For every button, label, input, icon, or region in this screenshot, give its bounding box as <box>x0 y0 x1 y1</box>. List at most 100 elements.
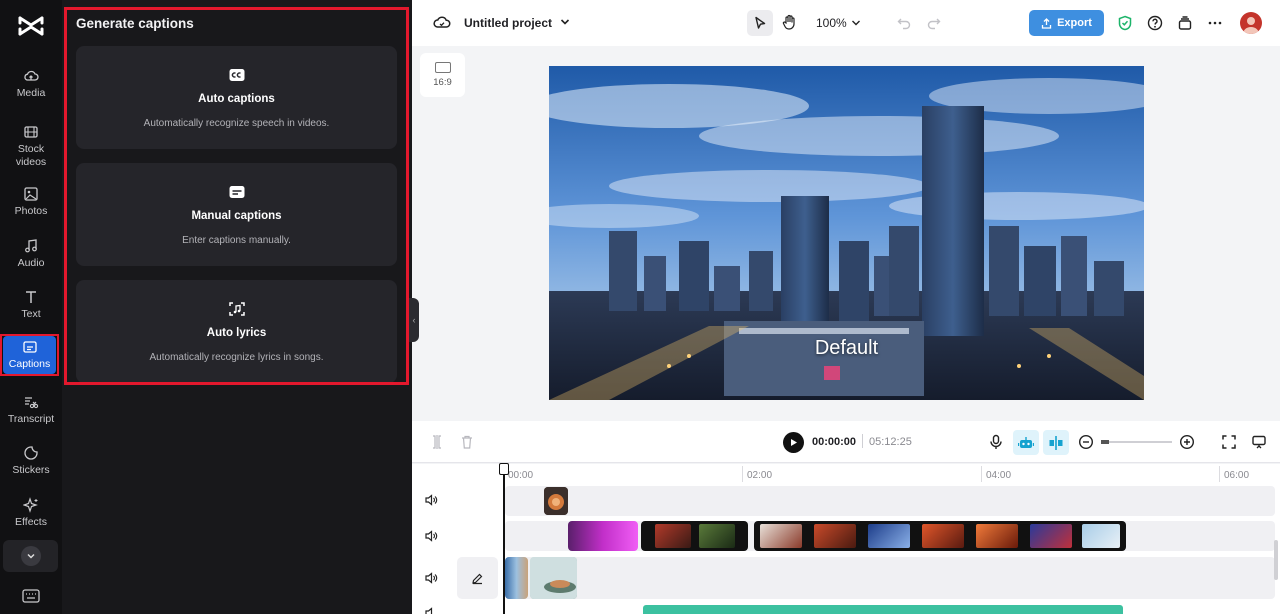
clip-thumbnail <box>530 557 577 599</box>
sidebar-item-label: Stickers <box>12 464 50 476</box>
sticker-clip[interactable] <box>544 487 568 515</box>
ruler-label: 02:00 <box>747 470 773 481</box>
pencil-icon <box>472 573 483 584</box>
music-note-icon <box>25 239 37 253</box>
timeline-zoom-slider[interactable] <box>1101 441 1172 443</box>
sidebar-item-label: Stock videos <box>15 142 47 168</box>
sidebar-item-label: Audio <box>17 257 45 269</box>
auto-lyrics-card[interactable]: Auto lyrics Automatically recognize lyri… <box>76 280 397 383</box>
sidebar-item-audio[interactable]: Audio <box>0 230 62 278</box>
snap-button[interactable] <box>1043 430 1069 455</box>
zoom-out-icon[interactable] <box>1078 434 1094 450</box>
video-preview[interactable]: Default <box>549 66 1144 400</box>
sidebar-item-effects[interactable]: Effects <box>0 489 62 537</box>
timeline-scrollbar[interactable] <box>1274 540 1278 580</box>
transcript-icon <box>25 397 39 409</box>
keyboard-icon[interactable] <box>21 588 41 604</box>
card-title: Auto captions <box>198 93 275 105</box>
current-time: 00:00:00 <box>812 436 857 448</box>
aspect-ratio-button[interactable]: 16:9 <box>420 53 465 97</box>
ruler-label: 04:00 <box>986 470 1012 481</box>
sidebar-item-transcript[interactable]: Transcript <box>0 386 62 434</box>
zoom-level[interactable]: 100% <box>816 16 847 30</box>
play-icon <box>791 439 797 446</box>
speaker-icon[interactable] <box>424 606 438 614</box>
sidebar-item-stock-videos[interactable]: Stock videos <box>0 120 62 172</box>
delete-icon[interactable] <box>459 434 475 450</box>
manual-captions-card[interactable]: Manual captions Enter captions manually. <box>76 163 397 266</box>
video-clip[interactable] <box>530 557 577 599</box>
more-tools-button[interactable] <box>3 540 58 572</box>
undo-icon[interactable] <box>897 16 911 30</box>
sticker-icon <box>24 446 38 460</box>
video-clip[interactable] <box>641 521 748 551</box>
time-divider <box>862 434 863 448</box>
speaker-icon[interactable] <box>424 529 438 543</box>
robot-icon <box>1018 436 1034 448</box>
image-icon <box>24 187 38 201</box>
video-clip[interactable] <box>568 521 638 551</box>
ruler-label: 06:00 <box>1224 470 1250 481</box>
clip-thumbnail <box>868 524 910 548</box>
film-icon <box>24 125 38 138</box>
layers-icon[interactable] <box>1177 15 1193 31</box>
timeline-track-1[interactable] <box>505 486 1275 516</box>
caption-text-overlay[interactable]: Default <box>549 337 1144 360</box>
fit-screen-icon[interactable] <box>1221 434 1237 450</box>
card-title: Manual captions <box>191 210 282 222</box>
clip-thumbnail <box>814 524 856 548</box>
ai-track-button[interactable] <box>1013 430 1039 455</box>
project-title[interactable]: Untitled project <box>464 16 552 30</box>
cloud-upload-icon <box>24 70 39 81</box>
left-rail: Media Stock videos Photos Audio Text Cap… <box>0 0 62 614</box>
playhead[interactable] <box>503 470 505 614</box>
hand-tool-icon[interactable] <box>781 13 799 31</box>
split-icon[interactable] <box>429 434 445 450</box>
subtitle-box-icon <box>229 186 244 198</box>
timeline-track-3[interactable] <box>505 557 1275 599</box>
edit-track-button[interactable] <box>457 557 498 599</box>
card-title: Auto lyrics <box>206 327 267 339</box>
preview-window-icon[interactable] <box>1251 434 1267 450</box>
export-button[interactable]: Export <box>1029 10 1104 36</box>
playhead-handle[interactable] <box>499 463 509 475</box>
avatar[interactable] <box>1240 12 1262 34</box>
sidebar-item-photos[interactable]: Photos <box>0 178 62 226</box>
capcut-logo-icon <box>18 16 44 36</box>
video-clip[interactable] <box>754 521 1126 551</box>
chevron-down-icon <box>20 546 41 566</box>
select-tool-button[interactable] <box>747 10 773 36</box>
sidebar-item-stickers[interactable]: Stickers <box>0 437 62 485</box>
chevron-down-icon[interactable] <box>851 18 861 28</box>
clip-thumbnail <box>760 524 802 548</box>
collapse-panel-handle[interactable]: ‹ <box>409 298 419 342</box>
speaker-icon[interactable] <box>424 571 438 585</box>
slider-knob[interactable] <box>1101 440 1109 444</box>
clip-thumbnail <box>699 524 735 548</box>
sidebar-item-label: Photos <box>14 205 48 217</box>
clip-thumbnail <box>922 524 964 548</box>
sidebar-item-text[interactable]: Text <box>0 281 62 329</box>
redo-icon[interactable] <box>927 16 941 30</box>
speaker-icon[interactable] <box>424 493 438 507</box>
clip-thumbnail <box>544 487 568 515</box>
video-clip[interactable] <box>505 557 528 599</box>
sidebar-item-label: Effects <box>15 516 47 528</box>
auto-captions-card[interactable]: Auto captions Automatically recognize sp… <box>76 46 397 149</box>
ruler-tick <box>981 466 982 482</box>
chevron-down-icon[interactable] <box>560 17 570 27</box>
ruler-tick <box>1219 466 1220 482</box>
shield-check-icon[interactable] <box>1117 15 1133 31</box>
audio-clip[interactable] <box>643 605 1123 614</box>
sidebar-item-media[interactable]: Media <box>0 60 62 108</box>
more-icon[interactable] <box>1207 15 1223 31</box>
active-item-outline <box>0 334 59 376</box>
help-icon[interactable] <box>1147 15 1163 31</box>
cloud-sync-icon[interactable] <box>433 14 451 30</box>
zoom-in-icon[interactable] <box>1179 434 1195 450</box>
clip-thumbnail <box>1030 524 1072 548</box>
upload-icon <box>1041 17 1052 29</box>
microphone-icon[interactable] <box>988 434 1004 450</box>
play-button[interactable] <box>783 432 804 453</box>
user-avatar-icon <box>1243 17 1259 34</box>
